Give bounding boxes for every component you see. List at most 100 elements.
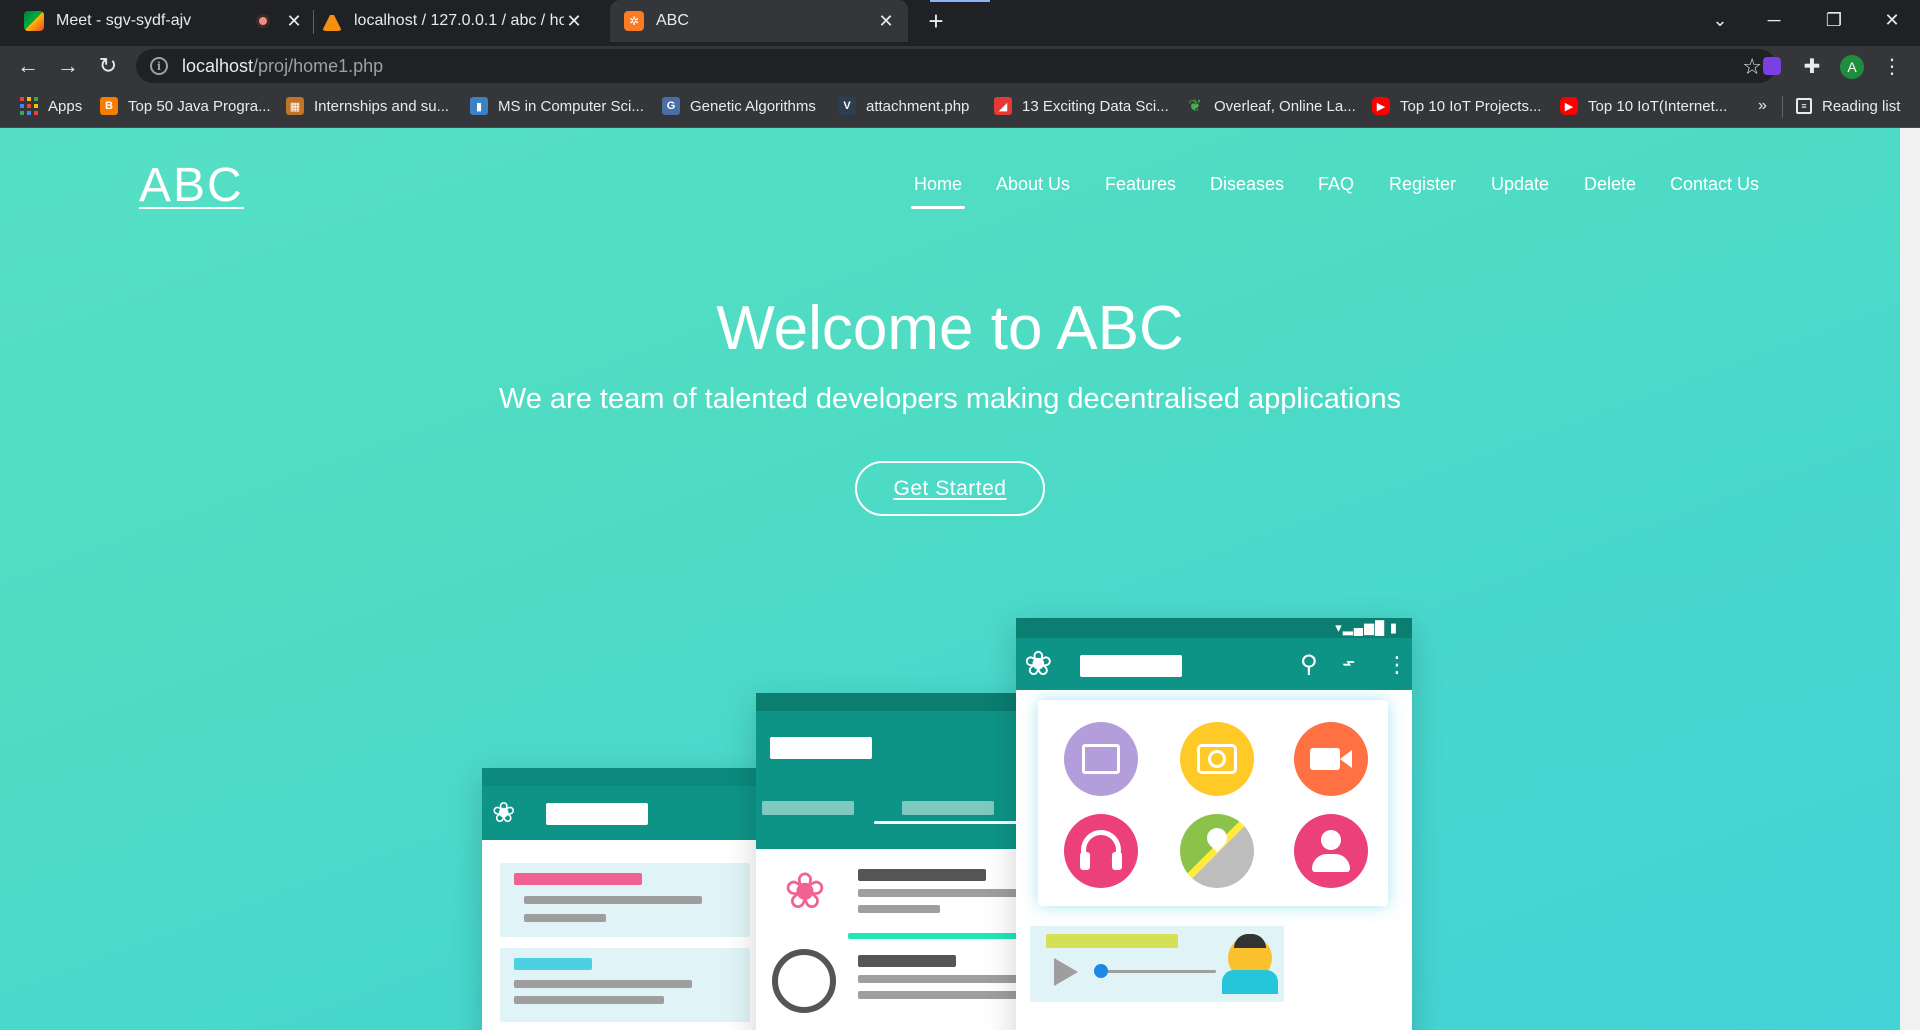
back-button[interactable]: ←: [14, 52, 42, 80]
phone-middle: ❀: [756, 693, 1018, 1030]
message-line: [514, 996, 664, 1004]
message-line: [514, 958, 592, 970]
message-line: [524, 896, 702, 904]
bookmark-item[interactable]: V attachment.php: [838, 86, 969, 126]
nav-update[interactable]: Update: [1491, 174, 1549, 195]
data-icon: ◢: [994, 97, 1012, 115]
forward-button[interactable]: →: [54, 52, 82, 80]
site-logo[interactable]: ABC: [139, 158, 244, 213]
apps-grid-icon: [20, 97, 38, 115]
browser-menu-icon[interactable]: ⋮: [1878, 52, 1906, 80]
list-line: [858, 955, 956, 967]
bookmark-item[interactable]: B Top 50 Java Progra...: [100, 86, 271, 126]
bookmark-label: MS in Computer Sci...: [498, 97, 644, 115]
phpmyadmin-icon: [322, 11, 342, 31]
vtu-icon: V: [838, 97, 856, 115]
bookmark-item[interactable]: ▮ MS in Computer Sci...: [470, 86, 644, 126]
minimize-button[interactable]: ─: [1746, 0, 1802, 40]
url-text[interactable]: localhost/proj/home1.php: [182, 56, 383, 77]
tab-phpmyadmin[interactable]: localhost / 127.0.0.1 / abc / hosp ✕: [322, 0, 596, 42]
bookmark-item[interactable]: G Genetic Algorithms: [662, 86, 816, 126]
signal-battery-icon: ▾▂▄▆█ ▮: [1335, 620, 1398, 635]
user-avatar-icon: [1222, 934, 1278, 994]
restore-button[interactable]: ❐: [1806, 0, 1862, 40]
get-started-button[interactable]: Get Started: [855, 461, 1045, 516]
nav-about-us[interactable]: About Us: [996, 174, 1070, 195]
bookmark-item[interactable]: ◢ 13 Exciting Data Sci...: [994, 86, 1169, 126]
location-icon: [1180, 814, 1254, 888]
new-tab-button[interactable]: +: [922, 8, 950, 36]
bookmark-item[interactable]: ▦ Internships and su...: [286, 86, 449, 126]
overleaf-icon: ❦: [1188, 98, 1202, 115]
tab-title: localhost / 127.0.0.1 / abc / hosp: [354, 12, 564, 29]
close-tab-icon[interactable]: ✕: [876, 11, 896, 31]
bookmark-item[interactable]: ▶ Top 10 IoT(Internet...: [1560, 86, 1727, 126]
bookmark-label: attachment.php: [866, 97, 970, 115]
title-placeholder: [546, 803, 648, 825]
url-host: localhost: [182, 55, 254, 76]
phone-left: ❀: [482, 768, 762, 1030]
phone-statusbar: [756, 693, 1018, 711]
bookmark-item[interactable]: ❦ Overleaf, Online La...: [1186, 86, 1355, 126]
nav-faq[interactable]: FAQ: [1318, 174, 1354, 195]
page-scrollbar[interactable]: [1900, 128, 1920, 1030]
drag-indicator: [930, 0, 990, 2]
message-line: [524, 914, 606, 922]
play-icon: [1054, 958, 1078, 986]
bookmark-label: Top 10 IoT Projects...: [1400, 97, 1542, 115]
address-bar[interactable]: i localhost/proj/home1.php ☆: [136, 49, 1776, 83]
nav-home[interactable]: Home: [910, 174, 966, 209]
bookmark-apps[interactable]: Apps: [20, 86, 82, 126]
gfg-icon: G: [662, 97, 680, 115]
meet-icon: [24, 11, 44, 31]
close-tab-icon[interactable]: ✕: [564, 11, 584, 31]
page-viewport: ABC Home About Us Features Diseases FAQ …: [0, 128, 1900, 1030]
youtube-icon: ▶: [1372, 97, 1390, 115]
nav-register[interactable]: Register: [1389, 174, 1456, 195]
tab-indicator: [874, 821, 1018, 824]
tab-abc[interactable]: ✲ ABC ✕: [610, 0, 908, 42]
bookmark-label: Internships and su...: [314, 97, 450, 115]
nav-contact-us[interactable]: Contact Us: [1670, 174, 1759, 195]
reading-list-button[interactable]: ≡ Reading list: [1796, 86, 1900, 126]
close-tab-icon[interactable]: ✕: [284, 11, 304, 31]
bookmark-item[interactable]: ▶ Top 10 IoT Projects...: [1372, 86, 1541, 126]
tab-meet[interactable]: Meet - sgv-sydf-ajv ✕: [24, 0, 304, 42]
bookmark-label: Genetic Algorithms: [690, 97, 816, 115]
bookmarks-divider: [1782, 96, 1783, 118]
nav-features[interactable]: Features: [1105, 174, 1176, 195]
xampp-icon: ✲: [624, 11, 644, 31]
phone-right: ▾▂▄▆█ ▮ ❀ ⚲ ⌁ ⋮: [1016, 618, 1412, 1030]
tab-placeholder: [902, 801, 994, 815]
bookmarks-overflow-button[interactable]: »: [1758, 86, 1767, 126]
avatar-icon: [772, 949, 836, 1013]
tab-search-button[interactable]: ⌄: [1692, 0, 1748, 40]
nav-delete[interactable]: Delete: [1584, 174, 1636, 195]
bookmarks-bar: Apps B Top 50 Java Progra... ▦ Internshi…: [0, 86, 1920, 128]
reload-button[interactable]: ↻: [94, 52, 122, 80]
hero-title: Welcome to ABC: [716, 294, 1184, 363]
bookmark-label: 13 Exciting Data Sci...: [1022, 97, 1169, 115]
nav-diseases[interactable]: Diseases: [1210, 174, 1284, 195]
site-info-icon[interactable]: i: [150, 57, 168, 75]
message-line: [514, 980, 692, 988]
extension-icon[interactable]: [1758, 52, 1786, 80]
message-line: [514, 873, 642, 885]
url-path: /proj/home1.php: [253, 55, 384, 76]
bookmark-label: Apps: [48, 97, 83, 115]
gallery-icon: [1064, 722, 1138, 796]
phone-appbar: [756, 711, 1018, 849]
reading-list-label: Reading list: [1822, 97, 1901, 115]
lotus-icon: ❀: [784, 863, 826, 919]
tab-divider: [313, 10, 314, 34]
close-window-button[interactable]: ✕: [1864, 0, 1920, 40]
profile-avatar[interactable]: A: [1840, 55, 1864, 79]
more-menu-icon: ⋮: [1386, 652, 1408, 677]
list-line: [858, 869, 986, 881]
list-line: [858, 991, 1018, 999]
message-line: [1046, 934, 1178, 948]
extensions-puzzle-icon[interactable]: ✚: [1798, 52, 1826, 80]
progress-line: [848, 933, 1018, 939]
audio-track: [1096, 970, 1216, 973]
tab-placeholder: [762, 801, 854, 815]
